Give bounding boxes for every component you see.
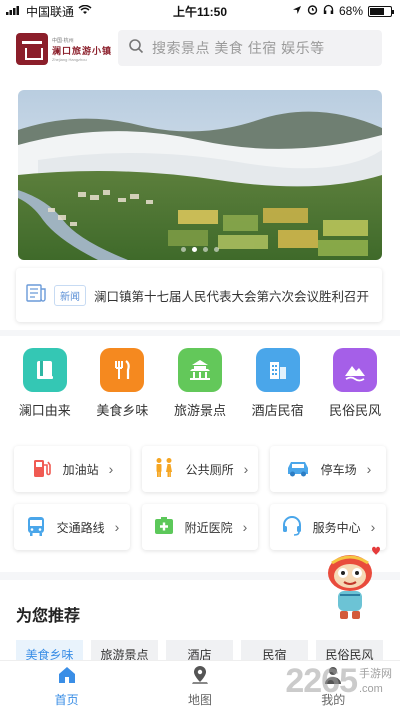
fork-knife-icon: [100, 348, 145, 392]
tab-label: 首页: [54, 692, 79, 707]
alarm-icon: [307, 4, 318, 18]
service-gas-station[interactable]: 加油站 ›: [14, 446, 130, 492]
news-tag: 新闻: [54, 284, 86, 306]
mountain-icon: [333, 348, 378, 392]
category-grid: 澜口由来 美食乡味 旅游景点 酒店民宿 民俗民风: [0, 348, 400, 419]
hotel-icon: [255, 348, 300, 392]
header: 中国·杭州 澜口旅游小镇 Zhejiang Hangzhou 搜索景点 美食 住…: [0, 24, 400, 72]
recommend-title: 为您推荐: [16, 608, 81, 625]
logo-mark-icon: [16, 33, 48, 65]
map-pin-icon: [190, 665, 210, 688]
location-arrow-icon: [292, 4, 302, 18]
category-label: 旅游景点: [173, 403, 226, 418]
watermark-number: 2265: [285, 662, 358, 700]
service-label: 服务中心: [312, 520, 361, 535]
search-placeholder: 搜索景点 美食 住宿 娱乐等: [152, 40, 325, 56]
carousel-dot[interactable]: [214, 247, 219, 252]
carousel-dots[interactable]: [18, 247, 382, 252]
chevron-right-icon: ›: [108, 461, 114, 477]
service-label: 交通路线: [56, 520, 105, 535]
service-restroom[interactable]: 公共厕所 ›: [142, 446, 258, 492]
news-ticker[interactable]: 新闻 澜口镇第十七届人民代表大会第六次会议胜利召开: [16, 268, 382, 322]
battery-percent: 68%: [338, 4, 363, 18]
category-label: 酒店民宿: [251, 403, 304, 418]
hospital-icon: [153, 515, 175, 540]
watermark-site: 手游网: [359, 668, 392, 681]
chevron-right-icon: ›: [370, 519, 376, 535]
service-hospital[interactable]: 附近医院 ›: [142, 504, 258, 550]
tab-label: 地图: [187, 692, 212, 707]
newspaper-icon: [26, 283, 46, 307]
tab-map[interactable]: 地图: [160, 665, 240, 708]
service-label: 公共厕所: [185, 462, 234, 477]
logo-english: Zhejiang Hangzhou: [52, 56, 87, 62]
banner-image: [18, 90, 382, 260]
tab-home[interactable]: 首页: [27, 665, 107, 708]
gas-station-icon: [31, 457, 53, 482]
service-label: 附近医院: [184, 520, 233, 535]
home-icon: [57, 665, 77, 688]
battery-icon: [368, 5, 394, 17]
carousel-dot[interactable]: [203, 247, 208, 252]
watermark: 2265 手游网 .com: [285, 662, 392, 701]
carousel-dot[interactable]: [181, 247, 186, 252]
app-logo[interactable]: 中国·杭州 澜口旅游小镇 Zhejiang Hangzhou: [16, 32, 112, 66]
banner-carousel[interactable]: [18, 90, 382, 260]
logo-title: 澜口旅游小镇: [52, 45, 113, 56]
headphones-icon: [323, 4, 334, 18]
logo-subtitle: 中国·杭州: [52, 37, 74, 44]
search-icon: [128, 38, 144, 59]
bus-icon: [25, 515, 47, 540]
category-hotels[interactable]: 酒店民宿: [242, 348, 314, 419]
category-label: 民俗民风: [329, 403, 382, 418]
chevron-right-icon: ›: [242, 519, 248, 535]
chevron-right-icon: ›: [114, 519, 120, 535]
chevron-right-icon: ›: [366, 461, 372, 477]
service-parking[interactable]: 停车场 ›: [270, 446, 386, 492]
temple-icon: [177, 348, 222, 392]
book-icon: [22, 348, 67, 392]
search-input[interactable]: 搜索景点 美食 住宿 娱乐等: [118, 30, 382, 66]
category-label: 澜口由来: [18, 403, 71, 418]
service-label: 加油站: [62, 462, 99, 477]
service-transit[interactable]: 交通路线 ›: [14, 504, 130, 550]
car-icon: [285, 458, 311, 481]
service-label: 停车场: [320, 462, 357, 477]
carousel-dot[interactable]: [192, 247, 197, 252]
mascot-icon[interactable]: [320, 543, 384, 623]
restroom-icon: [152, 457, 176, 482]
section-divider: [0, 330, 400, 336]
category-attractions[interactable]: 旅游景点: [164, 348, 236, 419]
category-origin[interactable]: 澜口由来: [9, 348, 81, 419]
status-right: 68%: [292, 4, 394, 18]
category-folk[interactable]: 民俗民风: [319, 348, 391, 419]
status-bar: 中国联通 上午11:50 68%: [0, 0, 400, 22]
category-food[interactable]: 美食乡味: [86, 348, 158, 419]
news-headline[interactable]: 澜口镇第十七届人民代表大会第六次会议胜利召开: [94, 286, 369, 305]
headset-icon: [281, 515, 303, 540]
category-label: 美食乡味: [96, 403, 149, 418]
service-grid: 加油站 › 公共厕所 › 停车场 › 交通路线 › 附近医院 › 服务中心 ›: [14, 446, 386, 550]
chevron-right-icon: ›: [243, 461, 249, 477]
watermark-domain: .com: [359, 682, 383, 695]
